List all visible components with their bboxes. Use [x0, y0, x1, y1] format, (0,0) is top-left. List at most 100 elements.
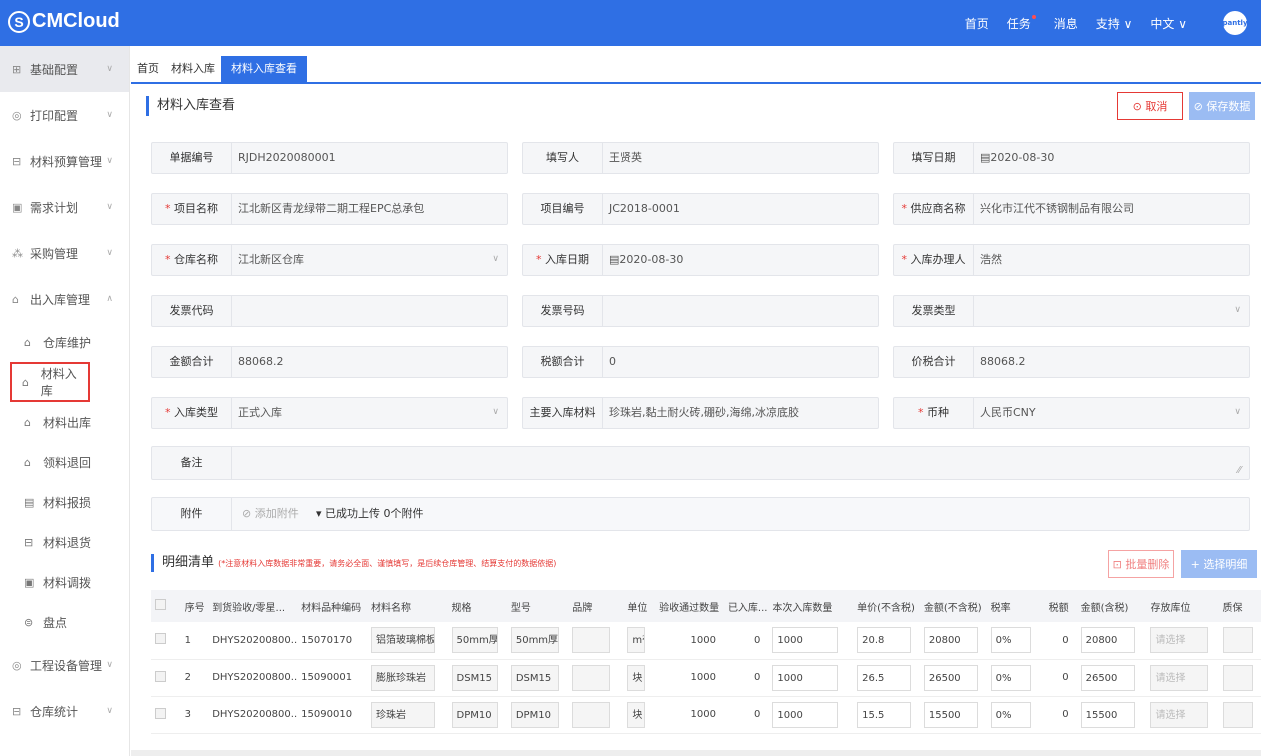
sidebar-subitem-material-out[interactable]: ⌂ 材料出库 — [0, 402, 129, 442]
add-attachment-button[interactable]: ⊘ 添加附件 — [242, 498, 299, 528]
qty-input[interactable]: 1000 — [772, 627, 839, 654]
house-icon: ⌂ — [22, 375, 29, 389]
handler-field[interactable]: * 入库办理人 浩然 — [893, 244, 1250, 276]
checkbox-icon — [155, 599, 166, 610]
unit-input[interactable]: m² — [627, 627, 646, 654]
save-button[interactable]: ⊘ 保存数据 — [1189, 92, 1255, 120]
tab-home[interactable]: 首页 — [131, 56, 165, 82]
spec-input[interactable]: 50mm厚 — [451, 627, 498, 654]
cell-qty: 1000 — [768, 696, 854, 734]
sidebar-item-warehouse-mgmt[interactable]: ⌂ 出入库管理 ∧ — [0, 276, 129, 322]
qty-input[interactable]: 1000 — [772, 664, 839, 691]
name-input[interactable]: 珍珠岩 — [371, 701, 436, 728]
sidebar-subitem-loss[interactable]: ▤ 材料报损 — [0, 482, 129, 522]
field-label: * 项目名称 — [152, 194, 232, 224]
amount-tax-input[interactable]: 15500 — [1080, 701, 1135, 728]
nav-home[interactable]: 首页 — [965, 15, 989, 32]
price-input[interactable]: 26.5 — [857, 664, 912, 691]
warranty-input[interactable] — [1222, 701, 1253, 728]
name-input[interactable]: 膨胀珍珠岩 — [371, 664, 436, 691]
sidebar-item-budget[interactable]: ⊟ 材料预算管理 ∨ — [0, 138, 129, 184]
sidebar-subitem-return[interactable]: ⌂ 领料退回 — [0, 442, 129, 482]
select-detail-button[interactable]: + 选择明细 — [1181, 550, 1257, 578]
row-checkbox[interactable] — [151, 622, 181, 660]
brand-input[interactable] — [572, 664, 611, 691]
nav-language[interactable]: 中文 ∨ — [1150, 15, 1187, 32]
tab-material-in-view[interactable]: 材料入库查看 — [221, 56, 307, 82]
column-header: 金额(不含税) — [919, 590, 987, 622]
sidebar-subitem-refund[interactable]: ⊟ 材料退货 — [0, 522, 129, 562]
warranty-input[interactable] — [1222, 664, 1253, 691]
brand-input[interactable] — [572, 627, 611, 654]
field-label: 税额合计 — [523, 347, 603, 377]
tax-rate-select[interactable]: 0% — [990, 664, 1031, 691]
sidebar-subitem-warehouse-maintain[interactable]: ⌂ 仓库维护 — [0, 322, 129, 362]
sidebar-item-equipment[interactable]: ◎ 工程设备管理 ∨ — [0, 642, 129, 688]
nav-support[interactable]: 支持 ∨ — [1096, 15, 1133, 32]
row-checkbox[interactable] — [151, 659, 181, 697]
model-input[interactable]: DPM10 — [510, 701, 559, 728]
label-text: 仓库名称 — [174, 253, 218, 266]
cell-amount-tax: 26500 — [1076, 659, 1147, 697]
tax-rate-select[interactable]: 0% — [990, 701, 1031, 728]
nav-tasks[interactable]: 任务 — [1007, 15, 1036, 32]
field-value: 88068.2 — [980, 355, 1026, 368]
tax-rate-select[interactable]: 0% — [990, 627, 1031, 654]
currency-select[interactable]: * 币种 人民币CNY ∨ — [893, 397, 1250, 429]
amount-tax-input[interactable]: 20800 — [1080, 627, 1135, 654]
sidebar-subitem-inventory[interactable]: ⊜ 盘点 — [0, 602, 129, 642]
qty-input[interactable]: 1000 — [772, 701, 839, 728]
nav-messages[interactable]: 消息 — [1054, 15, 1078, 32]
sidebar-item-print-config[interactable]: ◎ 打印配置 ∨ — [0, 92, 129, 138]
cell-amount-tax: 15500 — [1076, 696, 1147, 734]
cell-location: 请选择 — [1146, 622, 1219, 660]
unit-input[interactable]: 块 — [627, 664, 646, 691]
location-select[interactable]: 请选择 — [1150, 627, 1209, 654]
spec-input[interactable]: DSM15 — [451, 664, 498, 691]
field-label: * 仓库名称 — [152, 245, 232, 275]
spec-input[interactable]: DPM10 — [451, 701, 498, 728]
model-input[interactable]: 50mm厚 — [510, 627, 559, 654]
unit-input[interactable]: 块 — [627, 701, 646, 728]
in-type-select[interactable]: * 入库类型 正式入库 ∨ — [151, 397, 508, 429]
in-date-field[interactable]: * 入库日期 ▤2020-08-30 — [522, 244, 879, 276]
batch-delete-button[interactable]: ⊡ 批量删除 — [1108, 550, 1174, 578]
warranty-input[interactable] — [1222, 627, 1253, 654]
row-checkbox[interactable] — [151, 696, 181, 734]
invoice-no-input[interactable]: 发票号码 — [522, 295, 879, 327]
app-logo[interactable]: S CMCloud — [8, 10, 120, 33]
column-header: 材料名称 — [367, 590, 448, 622]
invoice-type-select[interactable]: 发票类型 ∨ — [893, 295, 1250, 327]
chevron-down-icon: ∨ — [106, 248, 113, 258]
name-input[interactable]: 铝箔玻璃棉板 — [371, 627, 436, 654]
remark-textarea[interactable]: 备注 ⁄⁄ — [151, 446, 1250, 480]
warehouse-select[interactable]: * 仓库名称 江北新区仓库 ∨ — [151, 244, 508, 276]
price-input[interactable]: 15.5 — [857, 701, 912, 728]
sidebar-item-purchase[interactable]: ⁂ 采购管理 ∨ — [0, 230, 129, 276]
location-select[interactable]: 请选择 — [1150, 664, 1209, 691]
sidebar-subitem-label: 仓库维护 — [43, 335, 92, 350]
column-header: 税率 — [986, 590, 1038, 622]
horizontal-scrollbar[interactable] — [131, 750, 1261, 756]
tab-material-in[interactable]: 材料入库 — [165, 56, 221, 82]
amount-input[interactable]: 15500 — [923, 701, 978, 728]
sidebar-item-basic-config[interactable]: ⊞ 基础配置 ∨ — [0, 46, 129, 92]
resize-handle-icon[interactable]: ⁄⁄ — [1238, 465, 1241, 476]
sidebar-subitem-transfer[interactable]: ▣ 材料调拨 — [0, 562, 129, 602]
brand-input[interactable] — [572, 701, 611, 728]
select-all-checkbox[interactable] — [151, 590, 181, 622]
location-select[interactable]: 请选择 — [1150, 701, 1209, 728]
price-input[interactable]: 20.8 — [857, 627, 912, 654]
sidebar-item-warehouse-stats[interactable]: ⊟ 仓库统计 ∨ — [0, 688, 129, 734]
sidebar-subitem-material-in[interactable]: ⌂ 材料入库 — [10, 362, 90, 402]
amount-tax-input[interactable]: 26500 — [1080, 664, 1135, 691]
cancel-button[interactable]: ⊙ 取消 — [1117, 92, 1183, 120]
label-text: 供应商名称 — [910, 202, 966, 215]
sidebar-item-label: 工程设备管理 — [30, 658, 103, 673]
invoice-code-input[interactable]: 发票代码 — [151, 295, 508, 327]
amount-input[interactable]: 20800 — [923, 627, 978, 654]
amount-input[interactable]: 26500 — [923, 664, 978, 691]
sidebar-item-demand-plan[interactable]: ▣ 需求计划 ∨ — [0, 184, 129, 230]
model-input[interactable]: DSM15 — [510, 664, 559, 691]
avatar[interactable]: pantly — [1222, 11, 1248, 35]
